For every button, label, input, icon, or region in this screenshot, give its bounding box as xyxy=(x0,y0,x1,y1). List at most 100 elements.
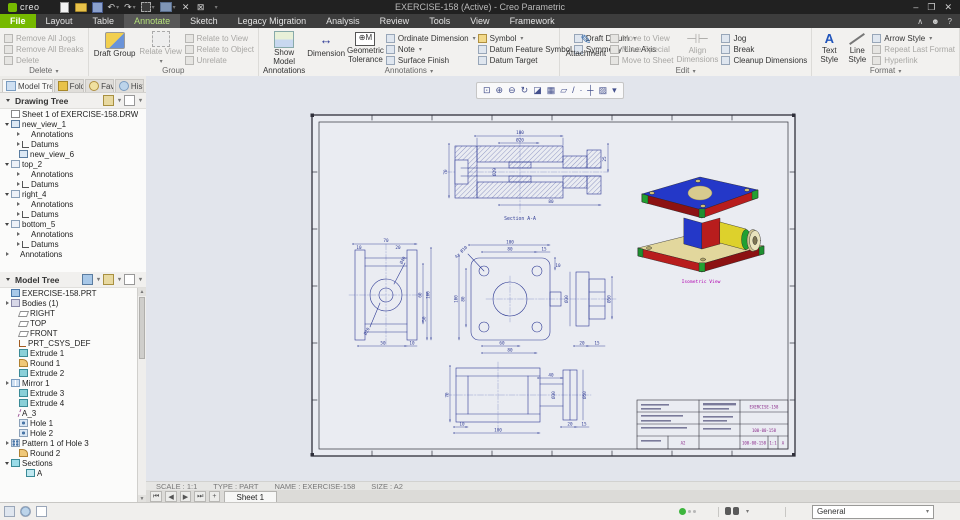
more-commands-icon[interactable]: ▾ xyxy=(211,2,221,13)
tree-item-top-plane[interactable]: TOP xyxy=(0,318,138,328)
move-special-button[interactable]: Move Special xyxy=(609,44,674,54)
tab-annotate[interactable]: Annotate xyxy=(124,14,181,28)
tab-view[interactable]: View xyxy=(460,14,499,28)
expand-icon[interactable] xyxy=(3,252,11,256)
search-binoculars-icon[interactable] xyxy=(724,507,739,516)
tab-review[interactable]: Review xyxy=(370,14,420,28)
plane-display-icon[interactable]: ▱ xyxy=(560,86,567,95)
prev-sheet-button[interactable]: ◀ xyxy=(165,491,177,502)
full-screen-icon[interactable] xyxy=(36,506,47,517)
cleanup-dimensions-button[interactable]: Cleanup Dimensions xyxy=(721,55,807,65)
tree-item-right-4[interactable]: right_4 xyxy=(0,189,146,199)
symbol-button[interactable]: Symbol ▾ xyxy=(477,33,572,43)
new-sheet-button[interactable]: + xyxy=(209,491,220,502)
collapse-icon[interactable] xyxy=(3,193,11,196)
break-button[interactable]: Break xyxy=(721,44,807,54)
tree-item-hole-1[interactable]: Hole 1 xyxy=(0,418,138,428)
zoom-out-icon[interactable]: ⊖ xyxy=(508,86,516,95)
draft-grid-icon[interactable]: ▦ xyxy=(547,86,556,95)
text-style-button[interactable]: A Text Style xyxy=(816,30,842,65)
expand-icon[interactable] xyxy=(3,441,11,445)
model-tree-collapse-icon[interactable] xyxy=(4,278,12,281)
drawing-sheet[interactable]: 100 Ø20 70 Ø29 80 25 Section A-A Isometr… xyxy=(146,76,960,481)
tree-item-sections[interactable]: Sections xyxy=(0,458,138,468)
tab-tools[interactable]: Tools xyxy=(419,14,460,28)
jog-button[interactable]: Jog xyxy=(721,33,807,43)
undo-icon[interactable]: ↶ ▾ xyxy=(108,2,120,13)
axis-display-icon[interactable]: / xyxy=(572,86,575,95)
tree-item-right-plane[interactable]: RIGHT xyxy=(0,308,138,318)
delete-button[interactable]: Delete xyxy=(4,55,84,65)
filters-dropdown[interactable]: ▾ xyxy=(118,276,121,283)
arrow-style-button[interactable]: Arrow Style ▾ xyxy=(872,33,955,43)
surface-finish-button[interactable]: Surface Finish xyxy=(385,55,476,65)
model-tree-columns-icon[interactable] xyxy=(123,274,135,285)
navigator-tab-favorites[interactable]: Fav xyxy=(85,79,114,92)
save-icon[interactable] xyxy=(91,1,103,13)
tree-columns-icon[interactable] xyxy=(123,95,135,106)
tree-item-section-a[interactable]: A xyxy=(0,468,138,478)
datum-feature-symbol-button[interactable]: Datum Feature Symbol xyxy=(477,44,572,54)
delete-group-label[interactable]: Delete ▾ xyxy=(0,66,88,76)
repeat-last-format-button[interactable]: Repeat Last Format xyxy=(872,44,955,54)
selection-filter-icon[interactable]: ▾ xyxy=(140,2,155,13)
tree-filters-dropdown[interactable]: ▾ xyxy=(118,97,121,104)
format-group-label[interactable]: Format ▾ xyxy=(812,66,959,76)
scrollbar-thumb[interactable] xyxy=(139,297,145,359)
tree-item-annotations[interactable]: Annotations xyxy=(0,229,146,239)
tree-item-extrude-2[interactable]: Extrude 2 xyxy=(0,368,138,378)
tree-item-part[interactable]: EXERCISE-158.PRT xyxy=(0,288,138,298)
navigator-tab-model-tree[interactable]: Model Tree xyxy=(2,79,53,92)
move-to-sheet-button[interactable]: Move to Sheet xyxy=(609,55,673,65)
tree-item-annotations[interactable]: Annotations xyxy=(0,249,146,259)
columns-dropdown[interactable]: ▾ xyxy=(139,276,142,283)
tree-item-annotations[interactable]: Annotations xyxy=(0,129,146,139)
expand-icon[interactable] xyxy=(3,301,11,305)
redo-icon[interactable]: ↷ ▾ xyxy=(124,2,136,13)
tab-analysis[interactable]: Analysis xyxy=(316,14,370,28)
tree-item-bodies[interactable]: Bodies (1) xyxy=(0,298,138,308)
tree-item-annotations[interactable]: Annotations xyxy=(0,169,146,179)
selection-filter-select[interactable]: General ▾ xyxy=(812,504,934,519)
show-dropdown[interactable]: ▾ xyxy=(97,276,100,283)
collapse-icon[interactable] xyxy=(3,123,11,126)
tab-legacy-migration[interactable]: Legacy Migration xyxy=(228,14,317,28)
tree-item-axis-a3[interactable]: A_3 xyxy=(0,408,138,418)
edit-group-label[interactable]: Edit ▾ xyxy=(560,66,811,76)
send-icon[interactable]: ⊠ xyxy=(196,2,206,13)
navigator-tab-folder-browser[interactable]: Fold xyxy=(53,79,85,92)
tree-item-extrude-4[interactable]: Extrude 4 xyxy=(0,398,138,408)
user-account-icon[interactable]: ☻ xyxy=(931,17,939,26)
remove-all-jogs-button[interactable]: Remove All Jogs xyxy=(4,33,84,43)
drawing-tree-collapse-icon[interactable] xyxy=(4,99,12,102)
dimension-button[interactable]: ↔ Dimension xyxy=(307,30,345,65)
relate-to-view-button[interactable]: Relate to View xyxy=(184,33,254,43)
expand-icon[interactable] xyxy=(14,142,22,146)
expand-icon[interactable] xyxy=(14,182,22,186)
tree-item-mirror-1[interactable]: Mirror 1 xyxy=(0,378,138,388)
relate-to-object-button[interactable]: Relate to Object xyxy=(184,44,254,54)
datum-target-button[interactable]: Datum Target xyxy=(477,55,572,65)
relate-view-button[interactable]: Relate View ▾ xyxy=(139,30,183,65)
close-button[interactable]: ✕ xyxy=(944,2,952,13)
collapse-icon[interactable] xyxy=(3,223,11,226)
help-icon[interactable]: ? xyxy=(948,17,952,26)
draft-group-button[interactable]: Draft Group xyxy=(93,30,137,65)
tab-framework[interactable]: Framework xyxy=(500,14,565,28)
tree-item-bottom-5[interactable]: bottom_5 xyxy=(0,219,146,229)
close-window-icon[interactable]: ✕ xyxy=(181,2,191,13)
refit-icon[interactable]: ⊡ xyxy=(483,86,491,95)
unrelate-button[interactable]: Unrelate xyxy=(184,55,254,65)
open-icon[interactable] xyxy=(74,2,87,13)
tab-file[interactable]: File xyxy=(0,14,36,28)
tree-item-datums[interactable]: Datums xyxy=(0,209,146,219)
search-dropdown-icon[interactable]: ▾ xyxy=(746,508,749,515)
model-display-icon[interactable]: ▾ xyxy=(159,2,176,13)
geometric-tolerance-button[interactable]: ⊕M Geometric Tolerance xyxy=(347,30,384,65)
tree-columns-dropdown[interactable]: ▾ xyxy=(139,97,142,104)
model-tree-filters-icon[interactable] xyxy=(102,274,114,285)
expand-icon[interactable] xyxy=(14,242,22,246)
csys-display-icon[interactable]: ┼ xyxy=(587,86,593,95)
collapse-icon[interactable] xyxy=(3,462,11,465)
tree-item-annotations[interactable]: Annotations xyxy=(0,199,146,209)
